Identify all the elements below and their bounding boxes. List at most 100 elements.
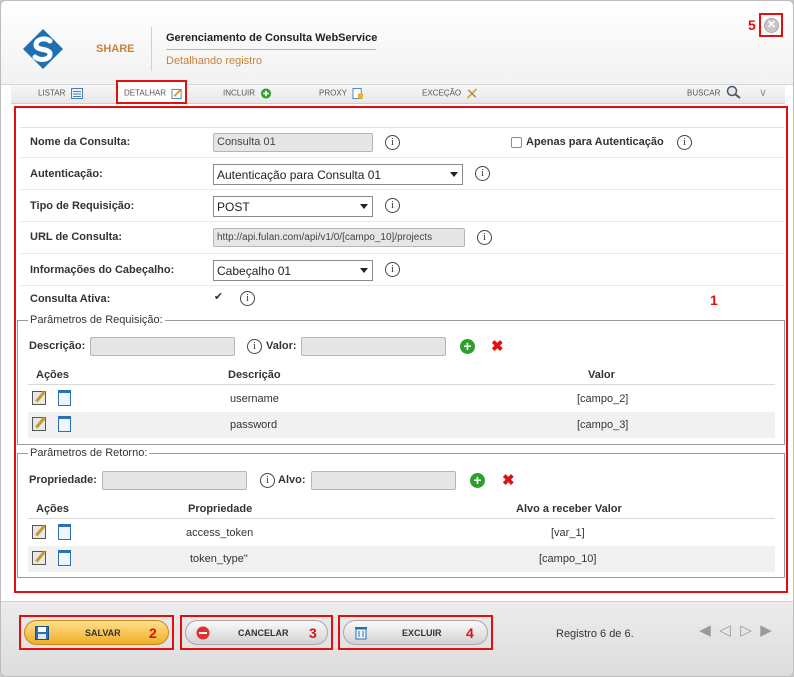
search-icon [726, 85, 741, 99]
tipo-info-icon[interactable]: i [385, 198, 400, 213]
cell-valor: [campo_2] [577, 393, 629, 405]
cell-descricao: username [230, 393, 279, 405]
cancel-button[interactable]: CANCELAR [185, 620, 328, 645]
req-descricao-input[interactable] [90, 337, 235, 356]
row-cabecalho: Informações do Cabeçalho: Cabeçalho 01 i [20, 255, 784, 286]
req-descricao-label: Descrição: [29, 340, 86, 352]
cell-propriedade: token_type" [190, 553, 248, 565]
req-col-descricao: Descrição [228, 369, 281, 381]
exception-icon [467, 88, 478, 99]
cell-descricao: password [230, 419, 278, 431]
ret-remove-icon[interactable]: ✖ [502, 473, 515, 488]
autenticacao-info-icon[interactable]: i [475, 166, 490, 181]
req-info-icon[interactable]: i [247, 339, 262, 354]
tab-detalhar[interactable]: DETALHAR [116, 80, 187, 104]
brand-label: SHARE [96, 43, 135, 55]
apenas-info-icon[interactable]: i [677, 135, 692, 150]
tab-buscar-label: BUSCAR [687, 88, 721, 98]
nome-input[interactable]: Consulta 01 [213, 133, 373, 152]
url-input[interactable]: http://api.fulan.com/api/v1/0/[campo_10]… [213, 228, 465, 247]
ret-info-icon[interactable]: i [260, 473, 275, 488]
url-label: URL de Consulta: [30, 231, 123, 243]
tipo-select[interactable]: POST [213, 196, 373, 217]
nome-info-icon[interactable]: i [385, 135, 400, 150]
table-row: username [campo_2] [28, 386, 775, 412]
title-underline [166, 49, 376, 50]
edit-row-icon[interactable] [32, 417, 46, 431]
previous-record-icon[interactable]: ◁ [717, 623, 733, 639]
row-autenticacao: Autenticação: Autenticação para Consulta… [20, 159, 784, 190]
row-url: URL de Consulta: http://api.fulan.com/ap… [20, 223, 784, 254]
app-window: SHARE Gerenciamento de Consulta WebServi… [0, 0, 794, 677]
trash-icon[interactable] [58, 390, 71, 406]
tab-excecao[interactable]: EXCEÇÃO [422, 88, 478, 99]
req-valor-input[interactable] [301, 337, 446, 356]
cell-alvo: [var_1] [551, 527, 585, 539]
edit-icon [171, 88, 182, 99]
ret-alvo-input[interactable] [311, 471, 456, 490]
ret-propriedade-input[interactable] [102, 471, 247, 490]
cell-valor: [campo_3] [577, 419, 629, 431]
req-col-valor: Valor [588, 369, 615, 381]
tab-proxy-label: PROXY [319, 88, 347, 98]
chevron-down-icon[interactable]: ∨ [759, 86, 767, 99]
first-record-icon[interactable]: ◀ [697, 623, 713, 639]
save-highlight: SALVAR 2 [19, 615, 174, 650]
badge-main: 1 [710, 292, 718, 308]
ret-add-icon[interactable]: + [470, 473, 485, 488]
ativa-checkbox[interactable]: ✔ [213, 292, 224, 304]
url-info-icon[interactable]: i [477, 230, 492, 245]
tab-buscar[interactable]: BUSCAR [687, 85, 742, 99]
badge-delete: 4 [466, 625, 474, 641]
nome-label: Nome da Consulta: [30, 136, 131, 148]
delete-label: EXCLUIR [402, 628, 442, 638]
edit-row-icon[interactable] [32, 391, 46, 405]
cancel-label: CANCELAR [238, 628, 289, 638]
trash-icon[interactable] [58, 524, 71, 540]
req-remove-icon[interactable]: ✖ [491, 339, 504, 354]
edit-row-icon[interactable] [32, 551, 46, 565]
tab-detalhar-label: DETALHAR [124, 88, 183, 99]
cabecalho-select[interactable]: Cabeçalho 01 [213, 260, 373, 281]
page-title: Gerenciamento de Consulta WebService [166, 32, 378, 44]
tab-proxy[interactable]: PROXY [319, 88, 364, 99]
trash-icon[interactable] [58, 550, 71, 566]
ativa-label: Consulta Ativa: [30, 293, 111, 305]
close-icon[interactable]: ✕ [764, 18, 779, 33]
ret-propriedade-label: Propriedade: [29, 474, 97, 486]
ret-col-acoes: Ações [36, 503, 70, 515]
save-button[interactable]: SALVAR [24, 620, 169, 645]
header: SHARE Gerenciamento de Consulta WebServi… [1, 1, 793, 85]
dropdown-arrow-icon [450, 172, 458, 177]
edit-row-icon[interactable] [32, 525, 46, 539]
badge-close: 5 [748, 17, 756, 33]
next-record-icon[interactable]: ▷ [738, 623, 754, 639]
record-counter: Registro 6 de 6. [556, 628, 634, 640]
tab-incluir-label: INCLUIR [223, 88, 256, 98]
ret-col-propriedade: Propriedade [188, 503, 253, 515]
apenas-autenticacao-checkbox[interactable] [511, 137, 522, 148]
cabecalho-label: Informações do Cabeçalho: [30, 264, 175, 276]
retorno-legend: Parâmetros de Retorno: [28, 447, 150, 459]
save-icon [35, 626, 49, 640]
form-top-strip [20, 111, 784, 128]
cell-alvo: [campo_10] [539, 553, 597, 565]
req-add-icon[interactable]: + [460, 339, 475, 354]
cabecalho-info-icon[interactable]: i [385, 262, 400, 277]
last-record-icon[interactable]: ▶ [758, 623, 774, 639]
ret-col-alvo: Alvo a receber Valor [516, 503, 622, 515]
tab-listar[interactable]: LISTAR [38, 88, 83, 99]
autenticacao-select[interactable]: Autenticação para Consulta 01 [213, 164, 463, 185]
ativa-info-icon[interactable]: i [240, 291, 255, 306]
tab-listar-label: LISTAR [38, 88, 66, 98]
ret-alvo-label: Alvo: [278, 474, 306, 486]
table-row: password [campo_3] [28, 412, 775, 438]
trash-icon[interactable] [58, 416, 71, 432]
tab-incluir[interactable]: INCLUIR [223, 88, 272, 99]
table-row: token_type" [campo_10] [28, 546, 775, 572]
dropdown-arrow-icon [360, 204, 368, 209]
detail-form-panel: Nome da Consulta: Consulta 01 i Apenas p… [14, 106, 788, 593]
dropdown-arrow-icon [360, 268, 368, 273]
list-icon [70, 88, 83, 99]
share-logo-icon [23, 29, 63, 69]
